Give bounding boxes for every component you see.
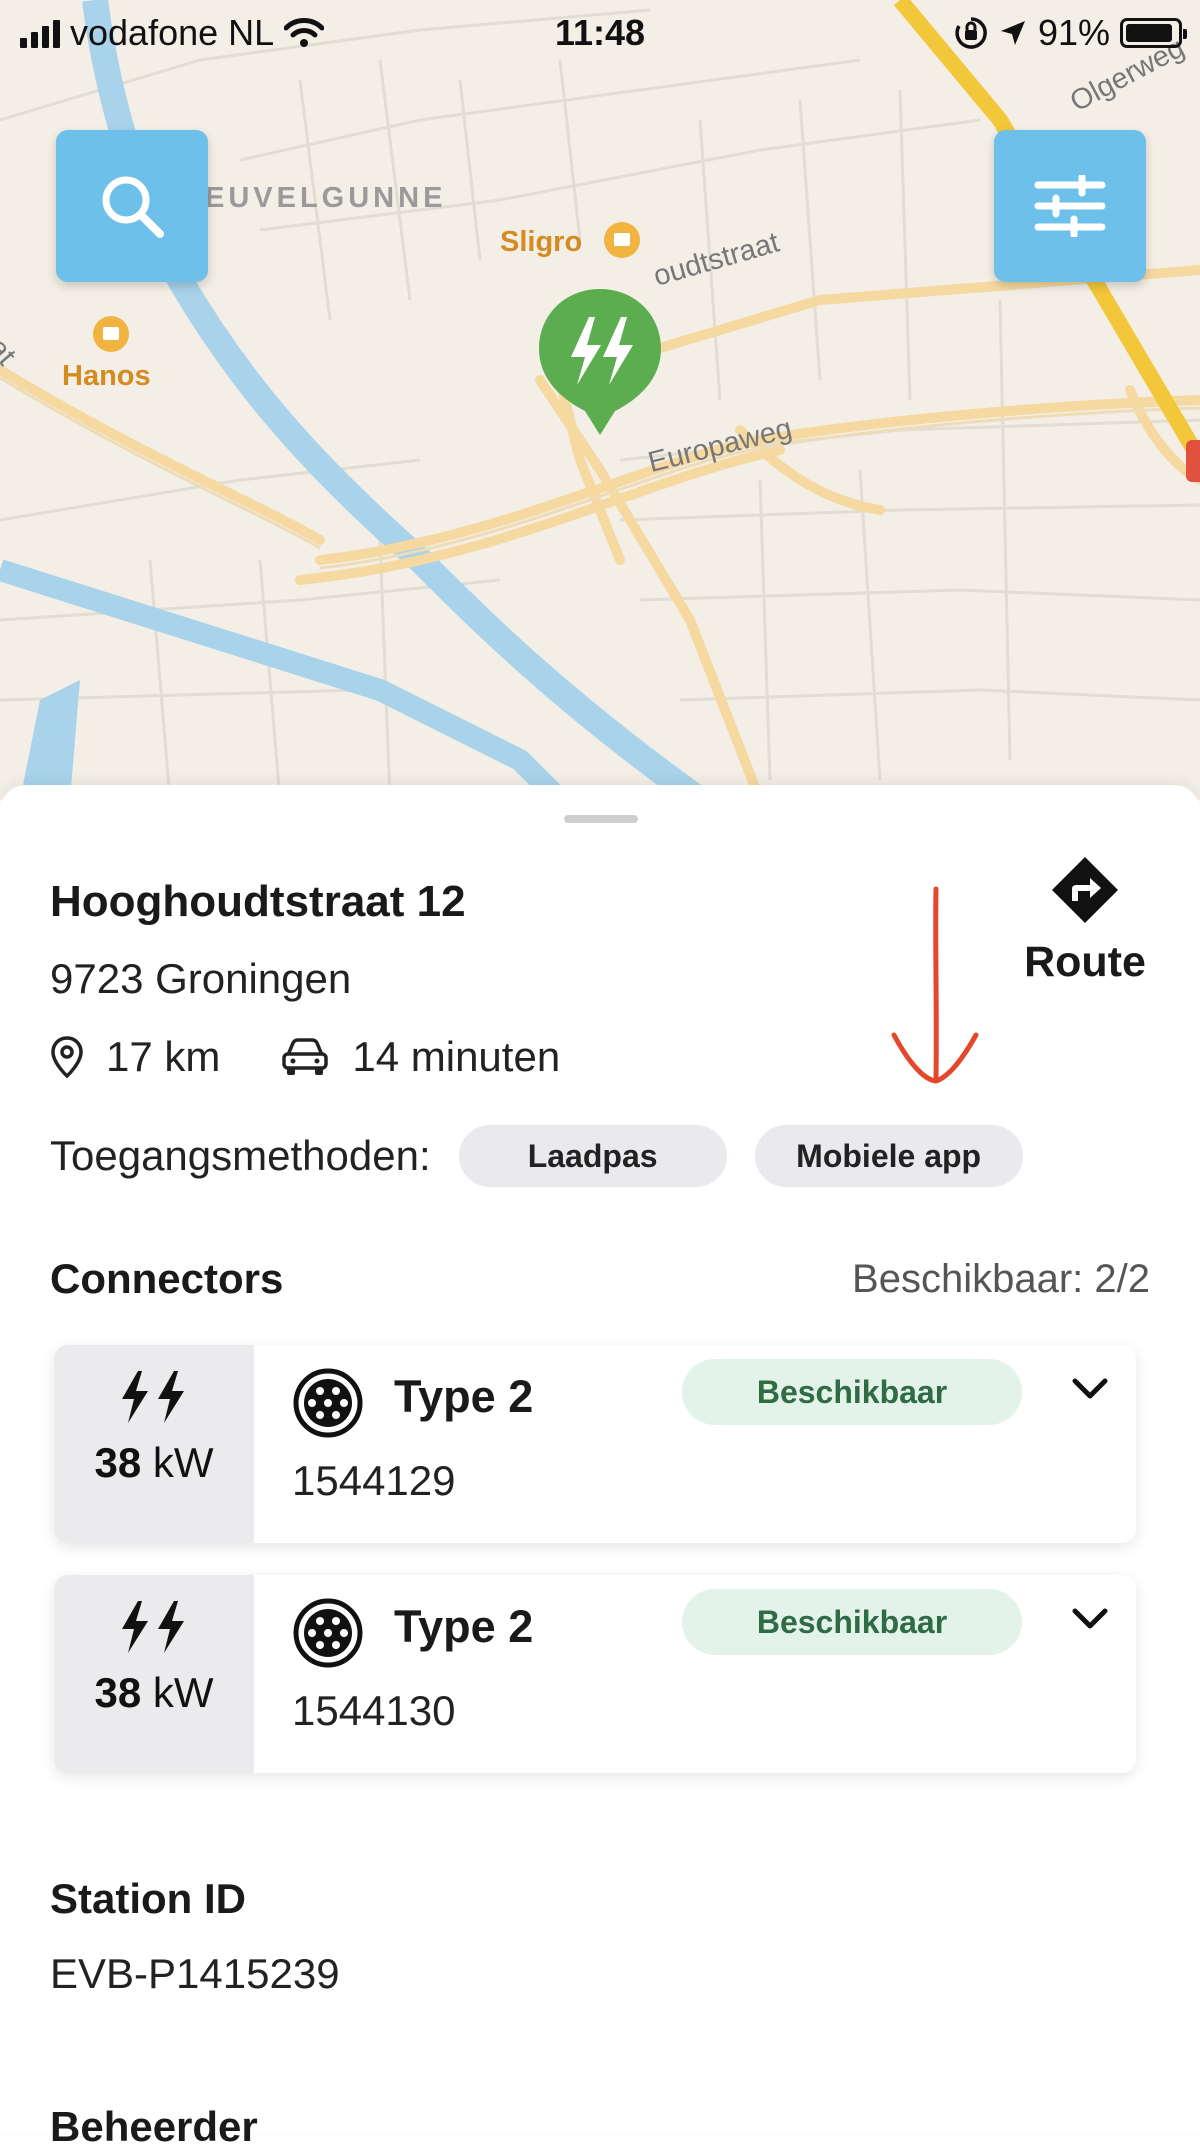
travel-time-info: 14 minuten <box>280 1033 560 1081</box>
search-icon <box>102 176 164 238</box>
distance-info: 17 km <box>50 1033 220 1081</box>
map-view[interactable]: EUVELGUNNE Sligro Hanos oudtstraat Europ… <box>0 0 1200 800</box>
battery-percentage: 91% <box>1037 12 1110 53</box>
access-chip-mobiele-app[interactable]: Mobiele app <box>754 1125 1023 1187</box>
power-unit: kW <box>152 1439 214 1486</box>
connector-card[interactable]: 38 kW Type 2 Beschikbaar 1544130 <box>54 1575 1136 1773</box>
type2-plug-icon <box>293 1598 363 1668</box>
access-methods: Toegangsmethoden: Laadpas Mobiele app <box>50 1125 1023 1187</box>
power-value: 38 <box>94 1439 142 1486</box>
access-chip-laadpas[interactable]: Laadpas <box>458 1125 727 1187</box>
connector-type: Type 2 <box>394 1601 534 1652</box>
station-detail-sheet[interactable]: Hooghoudtstraat 12 9723 Groningen 17 km … <box>0 785 1200 2150</box>
connector-power: 38 kW <box>54 1575 254 1773</box>
status-badge: Beschikbaar <box>682 1589 1022 1655</box>
chevron-down-icon[interactable] <box>1070 1605 1110 1633</box>
station-city: 9723 Groningen <box>50 955 352 1002</box>
connector-type: Type 2 <box>394 1371 534 1422</box>
location-arrow-icon <box>1000 21 1025 45</box>
connector-power: 38 kW <box>54 1345 254 1543</box>
access-label: Toegangsmethoden: <box>50 1132 431 1179</box>
battery-icon <box>1120 18 1187 48</box>
station-meta: 17 km 14 minuten <box>50 1033 620 1081</box>
availability-count: Beschikbaar: 2/2 <box>852 1257 1150 1301</box>
station-street: Hooghoudtstraat 12 <box>50 877 466 926</box>
sliders-icon <box>1034 175 1106 237</box>
connectors-title: Connectors <box>50 1255 284 1302</box>
double-bolt-icon <box>122 1371 184 1423</box>
route-button[interactable]: Route <box>1010 855 1160 987</box>
status-badge: Beschikbaar <box>682 1359 1022 1425</box>
location-pin-icon <box>51 1036 83 1079</box>
orientation-lock-icon <box>955 17 987 49</box>
route-label: Route <box>1024 938 1146 986</box>
distance-value: 17 km <box>106 1033 221 1080</box>
connector-id: 1544129 <box>292 1457 456 1504</box>
chevron-down-icon[interactable] <box>1070 1375 1110 1403</box>
double-bolt-icon <box>122 1601 184 1653</box>
type2-plug-icon <box>293 1368 363 1438</box>
filter-button[interactable] <box>994 130 1146 282</box>
annotation-arrow <box>891 886 979 1084</box>
power-value: 38 <box>94 1669 142 1716</box>
status-bar: vodafone NL 11:48 91% <box>0 0 1200 68</box>
car-icon <box>282 1038 329 1075</box>
operator-label: Beheerder <box>50 2103 258 2150</box>
map-label-sligro[interactable]: Sligro <box>500 226 582 259</box>
travel-time-value: 14 minuten <box>352 1033 561 1080</box>
search-button[interactable] <box>56 130 208 282</box>
connector-id: 1544130 <box>292 1687 456 1734</box>
battery-fill <box>1126 24 1172 42</box>
map-label-district: EUVELGUNNE <box>205 182 447 214</box>
map-label-hanos[interactable]: Hanos <box>62 360 151 393</box>
station-id-value: EVB-P1415239 <box>50 1950 340 1997</box>
connector-card[interactable]: 38 kW Type 2 Beschikbaar 1544129 <box>54 1345 1136 1543</box>
sheet-grabber[interactable] <box>564 815 638 823</box>
directions-icon <box>1052 857 1118 923</box>
charging-station-pin-icon[interactable] <box>535 285 665 440</box>
power-unit: kW <box>152 1669 214 1716</box>
station-id-label: Station ID <box>50 1875 246 1922</box>
